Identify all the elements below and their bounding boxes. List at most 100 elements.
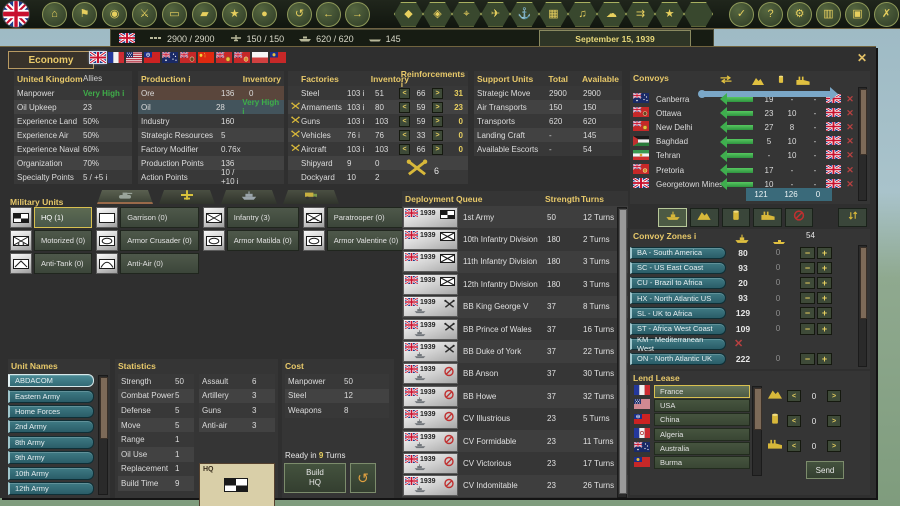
escort-decrease-button[interactable]: − bbox=[800, 307, 815, 319]
lend-lease-nation-button[interactable]: USA bbox=[654, 399, 750, 412]
reinforce-decrease-button[interactable]: < bbox=[399, 144, 410, 155]
deployment-row[interactable]: 1939BB Anson3730 Turns bbox=[402, 363, 628, 385]
tab-air[interactable] bbox=[159, 190, 215, 204]
deployment-row[interactable]: 1939BB Howe3732 Turns bbox=[402, 385, 628, 407]
nation-tab-china[interactable] bbox=[198, 52, 214, 63]
save-button[interactable]: ▣ bbox=[845, 2, 870, 27]
briefing-button[interactable]: ▭ bbox=[162, 2, 187, 27]
hex-button[interactable] bbox=[684, 2, 713, 27]
unit-type-button[interactable]: Infantry (3) bbox=[227, 207, 299, 228]
escort-decrease-button[interactable]: − bbox=[800, 292, 815, 304]
deployment-row[interactable]: 1939BB Prince of Wales3716 Turns bbox=[402, 318, 628, 340]
nation-tab-pretoria[interactable] bbox=[234, 52, 250, 63]
prev-button[interactable]: ← bbox=[316, 2, 341, 27]
settings-button[interactable]: ⚙ bbox=[787, 2, 812, 27]
filter-production-button[interactable] bbox=[722, 208, 751, 227]
reinforce-decrease-button[interactable]: < bbox=[399, 88, 410, 99]
lend-lease-nation-button[interactable]: Burma bbox=[654, 456, 750, 469]
unit-type-button[interactable]: Anti-Tank (0) bbox=[34, 253, 92, 274]
exit-button[interactable]: ✗ bbox=[874, 2, 899, 27]
cancel-convoy-icon[interactable]: ✕ bbox=[844, 108, 856, 119]
tab-land[interactable] bbox=[97, 190, 153, 204]
escort-increase-button[interactable]: + bbox=[817, 353, 832, 365]
amount-increase-button[interactable]: > bbox=[827, 440, 841, 452]
queue-scrollbar[interactable] bbox=[617, 207, 627, 498]
amount-decrease-button[interactable]: < bbox=[787, 440, 801, 452]
unit-type-button[interactable]: Garrison (0) bbox=[120, 207, 199, 228]
unit-name-button[interactable]: ABDACOM bbox=[8, 374, 94, 387]
land-forces-button[interactable]: ⚔ bbox=[132, 2, 157, 27]
help-button[interactable]: ? bbox=[758, 2, 783, 27]
tab-sea[interactable] bbox=[221, 190, 277, 204]
nation-tab-new-delhi[interactable] bbox=[216, 52, 232, 63]
zone-button[interactable]: KM - Mediterranean West bbox=[630, 338, 726, 350]
cancel-convoy-icon[interactable]: ✕ bbox=[844, 150, 856, 161]
experience-button[interactable]: ★ bbox=[222, 2, 247, 27]
hq-symbol-icon[interactable] bbox=[10, 207, 32, 228]
lend-lease-scrollbar[interactable] bbox=[752, 386, 762, 476]
amount-decrease-button[interactable]: < bbox=[787, 390, 801, 402]
reinforce-decrease-button[interactable]: < bbox=[399, 116, 410, 127]
amount-decrease-button[interactable]: < bbox=[787, 415, 801, 427]
zone-button[interactable]: ON - North Atlantic UK bbox=[630, 353, 726, 365]
unit-type-button[interactable]: HQ (1) bbox=[34, 207, 92, 228]
confirm-button[interactable]: ✓ bbox=[729, 2, 754, 27]
zone-button[interactable]: BA - South America bbox=[630, 247, 726, 259]
lend-lease-nation-button[interactable]: France bbox=[654, 385, 750, 398]
filter-ore-button[interactable] bbox=[690, 208, 719, 227]
antiair-symbol-icon[interactable] bbox=[96, 253, 118, 274]
escort-decrease-button[interactable]: − bbox=[800, 277, 815, 289]
deployment-row[interactable]: 1939CV Victorious2317 Turns bbox=[402, 452, 628, 474]
deployment-row[interactable]: 1939CV Illustrious235 Turns bbox=[402, 408, 628, 430]
escort-increase-button[interactable]: + bbox=[817, 262, 832, 274]
undo-build-button[interactable]: ↺ bbox=[350, 463, 376, 493]
reinforce-increase-button[interactable]: > bbox=[432, 102, 443, 113]
officer-button[interactable]: ⚑ bbox=[72, 2, 97, 27]
lend-lease-nation-button[interactable]: Australia bbox=[654, 442, 750, 455]
unit-type-button[interactable]: Armor Matilda (0) bbox=[227, 230, 299, 251]
plans-button[interactable]: ♫ bbox=[568, 2, 597, 27]
garrison-symbol-icon[interactable] bbox=[96, 207, 118, 228]
escort-decrease-button[interactable]: − bbox=[800, 262, 815, 274]
unit-name-button[interactable]: 8th Army bbox=[8, 436, 94, 449]
amount-increase-button[interactable]: > bbox=[827, 390, 841, 402]
aircraft-button[interactable]: ✈ bbox=[481, 2, 510, 27]
amount-increase-button[interactable]: > bbox=[827, 415, 841, 427]
armor-symbol-icon[interactable] bbox=[303, 230, 325, 251]
deployment-row[interactable]: 1939BB King George V378 Turns bbox=[402, 296, 628, 318]
nation-tab-china-roc[interactable] bbox=[144, 52, 160, 63]
unit-type-button[interactable]: Armor Valentine (0) bbox=[327, 230, 405, 251]
strategy-map-button[interactable]: ◈ bbox=[423, 2, 452, 27]
filter-blocked-button[interactable] bbox=[785, 208, 814, 227]
reinforce-increase-button[interactable]: > bbox=[432, 144, 443, 155]
stats-button[interactable]: ▥ bbox=[816, 2, 841, 27]
escort-increase-button[interactable]: + bbox=[817, 307, 832, 319]
build-button[interactable]: BuildHQ bbox=[284, 463, 346, 493]
armor-symbol-icon[interactable] bbox=[96, 230, 118, 251]
send-button[interactable]: Send bbox=[806, 461, 844, 479]
next-button[interactable]: → bbox=[345, 2, 370, 27]
tab-transport[interactable] bbox=[283, 190, 339, 204]
deployment-row[interactable]: 193911th Infantry Division1803 Turns bbox=[402, 251, 628, 273]
torpedo-button[interactable]: ◆ bbox=[394, 2, 423, 27]
unit-name-button[interactable]: Home Forces bbox=[8, 405, 94, 418]
reinforce-increase-button[interactable]: > bbox=[432, 88, 443, 99]
navy-button[interactable]: ⚓ bbox=[510, 2, 539, 27]
unit-name-button[interactable]: 2nd Army bbox=[8, 420, 94, 433]
cancel-convoy-icon[interactable]: ✕ bbox=[844, 136, 856, 147]
nation-tab-burma[interactable] bbox=[270, 52, 286, 63]
reinforce-increase-button[interactable]: > bbox=[432, 130, 443, 141]
unit-type-button[interactable]: Motorized (0) bbox=[34, 230, 92, 251]
unit-type-button[interactable]: Paratrooper (0) bbox=[327, 207, 405, 228]
convoys-scrollbar[interactable] bbox=[858, 87, 867, 201]
nation-tab-usa[interactable] bbox=[126, 52, 142, 63]
filter-convoys-button[interactable] bbox=[658, 208, 687, 227]
artillery-button[interactable]: ⌖ bbox=[452, 2, 481, 27]
nation-tab-france[interactable] bbox=[108, 52, 124, 63]
research-button[interactable]: ◉ bbox=[102, 2, 127, 27]
uk-flag-roundel[interactable] bbox=[2, 0, 30, 28]
convoy-button[interactable]: ⇉ bbox=[626, 2, 655, 27]
zone-button[interactable]: SL - UK to Africa bbox=[630, 307, 726, 319]
escort-increase-button[interactable]: + bbox=[817, 247, 832, 259]
unit-type-button[interactable]: Armor Crusader (0) bbox=[120, 230, 199, 251]
